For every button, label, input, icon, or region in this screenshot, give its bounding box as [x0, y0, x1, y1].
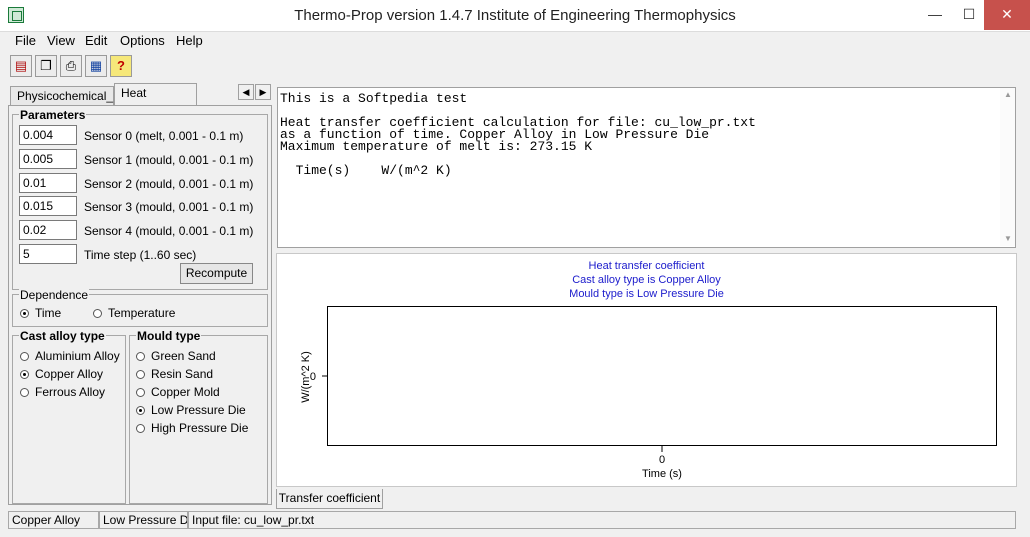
window-title: Thermo-Prop version 1.4.7 Institute of E… — [294, 7, 736, 24]
title-bar: Thermo-Prop version 1.4.7 Institute of E… — [0, 0, 1030, 32]
tab-scroll-left-icon[interactable]: ◀ — [238, 84, 254, 100]
copy-icon[interactable]: ❐ — [35, 55, 57, 77]
tab-scroll-right-icon[interactable]: ▶ — [255, 84, 271, 100]
menu-file[interactable]: File — [15, 33, 36, 48]
print-icon[interactable]: ⎙ — [60, 55, 82, 77]
output-line: Maximum temperature of melt is: 273.15 K — [280, 139, 593, 154]
sensor-2-label: Sensor 2 (mould, 0.001 - 0.1 m) — [84, 177, 254, 191]
sensor-1-label: Sensor 1 (mould, 0.001 - 0.1 m) — [84, 153, 254, 167]
sensor-3-label: Sensor 3 (mould, 0.001 - 0.1 m) — [84, 200, 254, 214]
menu-options[interactable]: Options — [120, 33, 165, 48]
close-button[interactable]: ✕ — [984, 0, 1030, 30]
status-mould: Low Pressure Die — [99, 511, 188, 529]
help-icon[interactable]: ? — [110, 55, 132, 77]
radio-temperature[interactable]: Temperature — [93, 306, 175, 320]
status-input-file: Input file: cu_low_pr.txt — [188, 511, 1016, 529]
output-textarea[interactable]: This is a Softpedia test Heat transfer c… — [277, 87, 1016, 248]
radio-copper-alloy[interactable]: Copper Alloy — [20, 367, 103, 381]
tab-transfer-coefficient[interactable]: Transfer coefficient — [276, 489, 383, 509]
chart-svg: 0 0 Time (s) W/(m^2 K) — [300, 351, 682, 480]
radio-label: High Pressure Die — [151, 421, 249, 435]
radio-dot-icon — [136, 352, 145, 361]
table-icon[interactable]: ▦ — [85, 55, 107, 77]
radio-label: Green Sand — [151, 349, 216, 363]
radio-dot-icon — [136, 424, 145, 433]
parameters-title: Parameters — [19, 108, 87, 122]
radio-label: Aluminium Alloy — [35, 349, 120, 363]
x-axis-label: Time (s) — [642, 468, 682, 480]
radio-dot-icon — [93, 309, 102, 318]
scroll-up-icon[interactable]: ▲ — [1004, 90, 1012, 99]
radio-time-label: Time — [35, 306, 62, 320]
radio-label: Resin Sand — [151, 367, 214, 381]
radio-dot-icon — [20, 352, 29, 361]
radio-label: Ferrous Alloy — [35, 385, 106, 399]
sensor-1-input[interactable] — [19, 149, 77, 169]
sensor-3-input[interactable] — [19, 196, 77, 216]
radio-green-sand[interactable]: Green Sand — [136, 349, 216, 363]
radio-copper-mold[interactable]: Copper Mold — [136, 385, 220, 399]
sensor-2-input[interactable] — [19, 173, 77, 193]
radio-dot-icon — [20, 388, 29, 397]
recompute-button[interactable]: Recompute — [180, 263, 253, 284]
radio-dot-icon — [136, 370, 145, 379]
x-tick-label: 0 — [659, 454, 665, 466]
tab-physicochemical[interactable]: Physicochemical_B — [10, 86, 121, 106]
sensor-4-input[interactable] — [19, 220, 77, 240]
cast-alloy-title: Cast alloy type — [19, 329, 106, 343]
scroll-down-icon[interactable]: ▼ — [1004, 234, 1012, 243]
radio-label: Copper Mold — [151, 385, 220, 399]
time-step-label: Time step (1..60 sec) — [84, 248, 197, 262]
radio-ferrous-alloy[interactable]: Ferrous Alloy — [20, 385, 105, 399]
textarea-scrollbar[interactable]: ▲ ▼ — [1000, 88, 1015, 246]
radio-high-pressure-die[interactable]: High Pressure Die — [136, 421, 248, 435]
toolbar: ▤ ❐ ⎙ ▦ ? — [0, 53, 1030, 79]
radio-dot-icon — [20, 309, 29, 318]
mould-title: Mould type — [136, 329, 202, 343]
radio-aluminium-alloy[interactable]: Aluminium Alloy — [20, 349, 120, 363]
tab-heat-transfer[interactable]: Heat Transfer — [114, 83, 197, 119]
status-alloy: Copper Alloy — [8, 511, 99, 529]
menu-view[interactable]: View — [47, 33, 75, 48]
time-step-input[interactable] — [19, 244, 77, 264]
dependence-title: Dependence — [19, 288, 90, 302]
menu-edit[interactable]: Edit — [85, 33, 107, 48]
sensor-0-input[interactable] — [19, 125, 77, 145]
radio-time[interactable]: Time — [20, 306, 61, 320]
radio-low-pressure-die[interactable]: Low Pressure Die — [136, 403, 246, 417]
y-axis-label: W/(m^2 K) — [300, 351, 312, 403]
radio-temperature-label: Temperature — [108, 306, 176, 320]
radio-label: Low Pressure Die — [151, 403, 246, 417]
menu-help[interactable]: Help — [176, 33, 203, 48]
sensor-0-label: Sensor 0 (melt, 0.001 - 0.1 m) — [84, 129, 244, 143]
sensor-4-label: Sensor 4 (mould, 0.001 - 0.1 m) — [84, 224, 254, 238]
radio-label: Copper Alloy — [35, 367, 104, 381]
radio-resin-sand[interactable]: Resin Sand — [136, 367, 213, 381]
radio-dot-icon — [136, 406, 145, 415]
output-line: This is a Softpedia test — [280, 91, 468, 106]
menu-bar: File View Edit Options Help — [0, 31, 1030, 51]
output-line: Time(s) W/(m^2 K) — [280, 163, 452, 178]
open-icon[interactable]: ▤ — [10, 55, 32, 77]
radio-dot-icon — [136, 388, 145, 397]
radio-dot-icon — [20, 370, 29, 379]
